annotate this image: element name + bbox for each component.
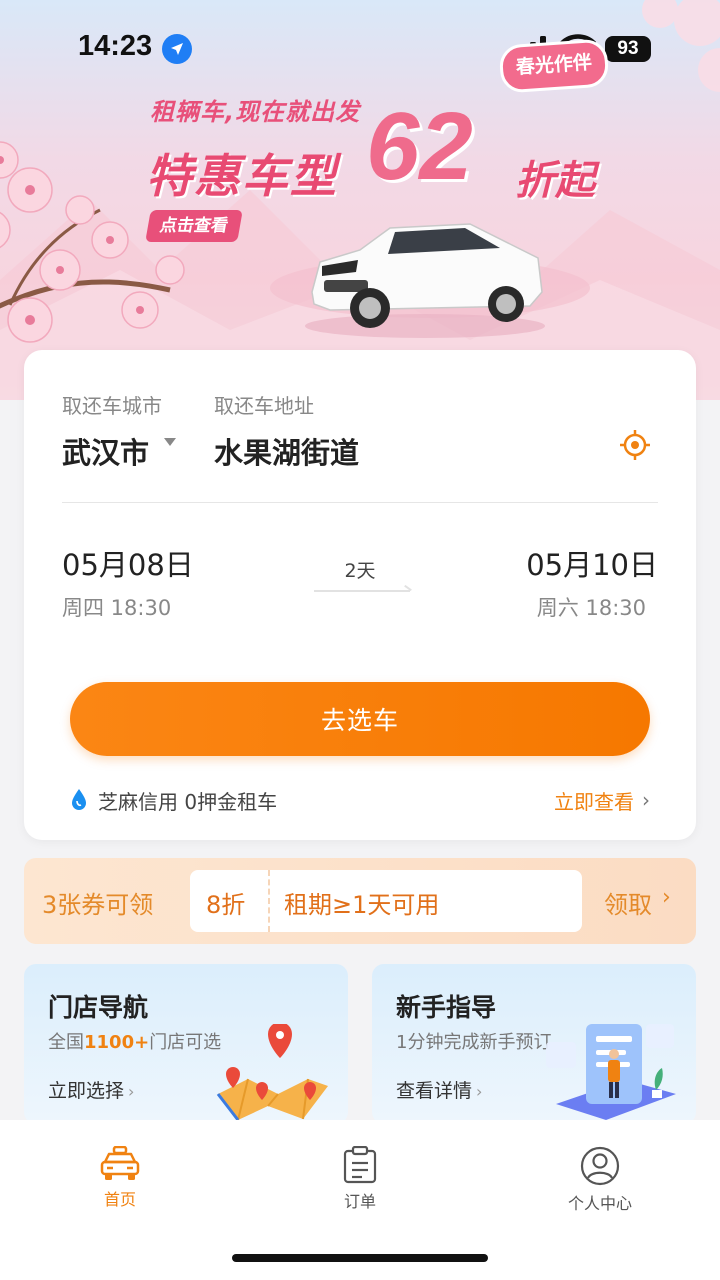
store-nav-sub-prefix: 全国: [48, 1032, 84, 1053]
tab-profile[interactable]: 个人中心: [540, 1146, 660, 1214]
guide-title: 新手指导: [396, 993, 497, 1022]
coupon-bar[interactable]: 3张券可领 8折 租期≥1天可用 领取 ›: [24, 858, 696, 944]
select-store-label: 立即选择: [48, 1080, 125, 1102]
status-bar: 14:23 93: [0, 0, 720, 96]
guide-subtitle: 1分钟完成新手预订: [396, 1032, 552, 1053]
clipboard-guide-icon: [546, 1024, 676, 1120]
coupon-ticket: 8折 租期≥1天可用: [190, 870, 582, 932]
tab-orders-label: 订单: [343, 1192, 376, 1211]
ticket-divider: [268, 870, 270, 932]
return-time[interactable]: 周六 18:30: [537, 592, 646, 622]
locate-icon[interactable]: [618, 428, 652, 462]
location-arrow-icon: [162, 34, 192, 64]
store-navigation-card[interactable]: 门店导航 全国1100+门店可选 立即选择 ›: [24, 964, 348, 1124]
pickup-date[interactable]: 05月08日: [62, 542, 194, 584]
address-label: 取还车地址: [214, 394, 314, 418]
rental-duration: 2天: [344, 560, 376, 582]
coupon-discount: 8折: [206, 891, 246, 919]
spring-campaign-tag: 春光作伴: [498, 38, 610, 94]
chevron-right-icon[interactable]: ›: [662, 885, 671, 910]
duration-arrow-icon: [314, 590, 410, 592]
beginner-guide-card[interactable]: 新手指导 1分钟完成新手预订 查看详情 ›: [372, 964, 696, 1124]
clipboard-icon: [343, 1146, 377, 1184]
store-nav-title: 门店导航: [48, 993, 149, 1022]
chevron-right-icon: ›: [128, 1082, 135, 1101]
zhima-credit-icon: [72, 789, 86, 810]
white-suv-image: [305, 223, 545, 338]
booking-card: 取还车城市 取还车地址 武汉市 水果湖街道 05月08日 周四 18:30 2天…: [24, 350, 696, 840]
caret-down-icon[interactable]: [164, 438, 176, 446]
promo-headline: 特惠车型: [146, 149, 338, 203]
view-details-label: 查看详情: [396, 1080, 473, 1102]
view-details-link[interactable]: 查看详情 ›: [396, 1076, 482, 1103]
map-pins-icon: [216, 1024, 328, 1121]
promo-view-button[interactable]: 点击查看: [145, 210, 243, 242]
view-credit-link[interactable]: 立即查看: [554, 786, 634, 815]
return-date[interactable]: 05月10日: [526, 542, 658, 584]
store-count: 1100+: [84, 1032, 150, 1053]
store-nav-subtitle: 全国1100+门店可选: [48, 1028, 221, 1054]
chevron-right-icon: ›: [476, 1082, 483, 1101]
tab-home[interactable]: 首页: [60, 1146, 180, 1210]
battery-indicator: 93: [605, 36, 651, 62]
promo-subtitle: 租辆车,现在就出发: [150, 98, 361, 126]
home-indicator: [232, 1254, 488, 1262]
taxi-car-icon: [100, 1146, 140, 1180]
promo-discount-suffix: 折起: [515, 158, 595, 204]
tab-orders[interactable]: 订单: [300, 1146, 420, 1212]
tab-profile-label: 个人中心: [567, 1194, 632, 1213]
promo-banner[interactable]: 14:23 93 春光作伴 租辆车,现在就出发 特惠车型 62 折起 点击查看: [0, 0, 720, 400]
status-time: 14:23: [78, 30, 153, 62]
pickup-time[interactable]: 周四 18:30: [62, 592, 171, 622]
zhima-credit-text: 芝麻信用 0押金租车: [98, 790, 278, 814]
city-selector[interactable]: 武汉市: [62, 430, 149, 472]
address-selector[interactable]: 水果湖街道: [214, 430, 359, 472]
divider: [62, 502, 658, 503]
tab-home-label: 首页: [103, 1190, 136, 1209]
coupon-condition: 租期≥1天可用: [284, 891, 440, 919]
user-avatar-icon: [580, 1146, 620, 1186]
select-car-button[interactable]: 去选车: [70, 682, 650, 756]
coupon-count: 3张券可领: [42, 891, 154, 919]
claim-coupon-button[interactable]: 领取: [604, 885, 652, 920]
select-store-link[interactable]: 立即选择 ›: [48, 1076, 134, 1103]
chevron-right-icon[interactable]: ›: [642, 788, 650, 812]
promo-discount-number: 62: [366, 93, 473, 200]
city-label: 取还车城市: [62, 394, 162, 418]
